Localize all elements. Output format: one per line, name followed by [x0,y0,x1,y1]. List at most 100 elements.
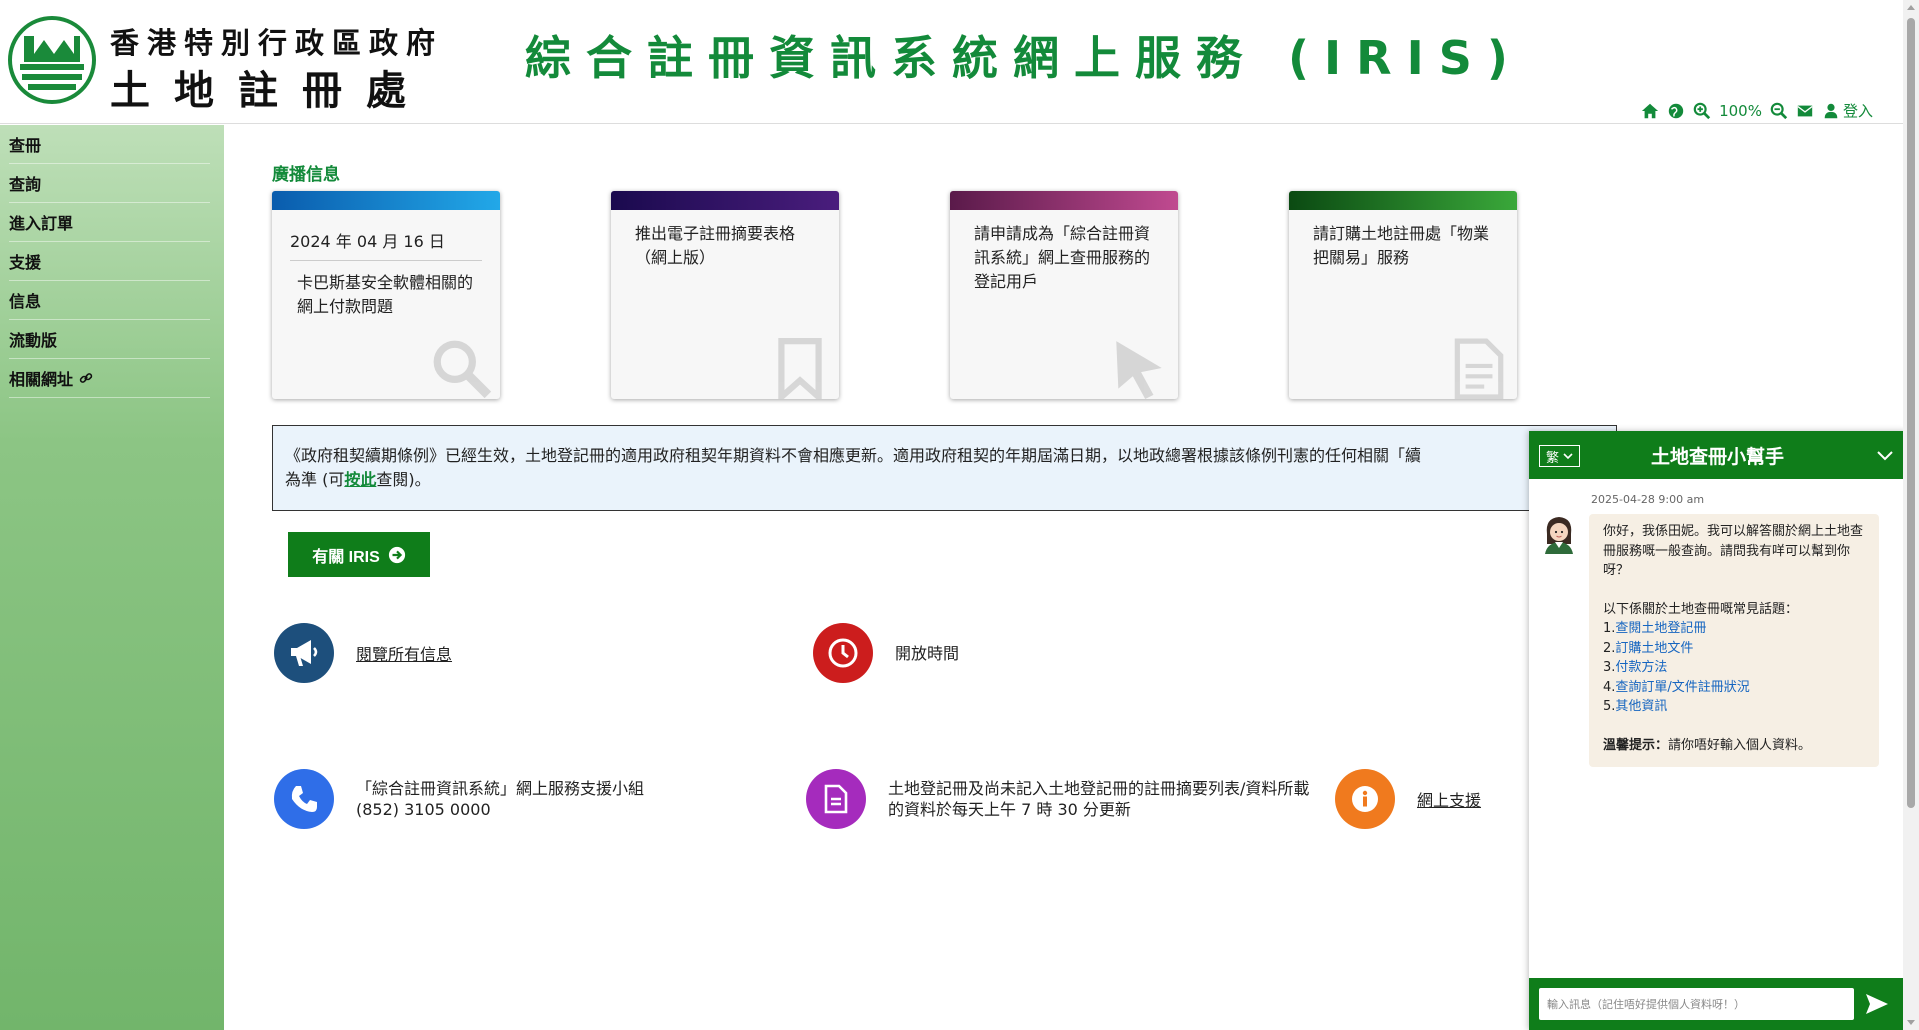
privacy-tip: 溫馨提示：請你唔好輸入個人資料。 [1603,736,1865,756]
topic-item: 5.其他資訊 [1603,699,1668,714]
file-icon [806,769,866,829]
card-text: 請訂購土地註冊處「物業把關易」服務 [1313,224,1490,267]
broadcast-card-property-alert[interactable]: 請訂購土地註冊處「物業把關易」服務 [1289,191,1517,399]
info-icon [1335,769,1395,829]
all-messages-link[interactable]: 閱覽所有信息 [356,641,452,665]
about-iris-label: 有關 IRIS [312,548,380,566]
broadcast-card-kaspersky[interactable]: 2024 年 04 月 16 日 卡巴斯基安全軟體相關的網上付款問題 [272,191,500,399]
notice-text-line1: 《政府租契續期條例》已經生效，土地登記冊的適用政府租契年期資料不會相應更新。適用… [285,446,1422,465]
page-scrollbar[interactable] [1903,0,1919,1030]
header-toolbar: 100% 登入 [1641,100,1873,121]
notice-link[interactable]: 按此 [344,470,376,489]
sidebar-item-messages[interactable]: 信息 [9,281,210,320]
topic-link-1[interactable]: 查閱土地登記冊 [1615,621,1706,636]
topic-link-3[interactable]: 付款方法 [1615,660,1667,675]
sidebar-item-support[interactable]: 支援 [9,242,210,281]
sidebar-item-related-links[interactable]: 相關網址 [9,359,210,398]
card-text: 推出電子註冊摘要表格（網上版） [635,224,796,267]
notice-text-prefix: 為準 (可 [285,470,345,489]
system-title: 綜合註冊資訊系統網上服務 (IRIS) [525,31,1523,85]
tip-label: 溫馨提示： [1603,737,1669,753]
arrow-right-circle-icon [388,546,405,563]
support-team-item: 「綜合註冊資訊系統」網上服務支援小組 (852) 3105 0000 [274,769,644,829]
support-team-text: 「綜合註冊資訊系統」網上服務支援小組 (852) 3105 0000 [356,778,644,820]
sidebar-item-label: 查詢 [9,175,42,194]
tip-text: 請你唔好輸入個人資料。 [1668,737,1812,753]
scroll-down-arrow[interactable] [1907,1020,1915,1025]
department-name-line1: 香港特別行政區政府 [110,26,444,60]
greeting-text: 你好，我係田妮。我可以解答關於網上土地查冊服務嘅一般查詢。請問我有咩可以幫到你呀… [1603,524,1864,578]
notice-text-suffix: 查閱)。 [376,470,431,489]
collapse-chevron-icon[interactable] [1876,446,1894,464]
page-header: 香港特別行政區政府 土地註冊處 綜合註冊資訊系統網上服務 (IRIS) 100%… [0,0,1903,124]
zoom-out-icon[interactable] [1770,102,1788,120]
clock-icon [813,623,873,683]
opening-hours-label[interactable]: 開放時間 [895,643,959,664]
chatbot-header: 繁 土地查冊小幫手 [1529,431,1906,479]
link-icon [79,373,93,383]
sidebar-nav: 查冊 查詢 進入訂單 支援 信息 流動版 相關網址 [0,125,224,1030]
chatbot-panel: 繁 土地查冊小幫手 2025-04-28 9:00 am 你好，我係田妮。我可以… [1529,431,1906,1030]
topic-link-4[interactable]: 查詢訂單/文件註冊狀況 [1615,680,1749,695]
sidebar-item-mobile[interactable]: 流動版 [9,320,210,359]
lease-notice: 《政府租契續期條例》已經生效，土地登記冊的適用政府租契年期資料不會相應更新。適用… [272,425,1617,511]
mail-icon[interactable] [1796,102,1814,120]
assistant-avatar [1545,517,1573,554]
update-note-line1: 土地登記冊及尚未記入土地登記冊的註冊摘要列表/資料所載 [888,779,1310,798]
topic-item: 3.付款方法 [1603,660,1668,675]
card-text: 請申請成為「綜合註冊資訊系統」網上查冊服務的登記用戶 [974,224,1151,291]
chat-message-row: 你好，我係田妮。我可以解答關於網上土地查冊服務嘅一般查詢。請問我有咩可以幫到你呀… [1541,514,1906,767]
chat-message-input[interactable] [1539,988,1854,1020]
phone-icon [274,769,334,829]
support-phone[interactable]: (852) 3105 0000 [356,799,644,820]
sidebar-item-label: 相關網址 [9,370,74,389]
notice-text-line2: 為準 (可按此查閱)。 [285,468,1606,492]
send-icon[interactable] [1864,991,1890,1017]
sidebar-item-orders[interactable]: 進入訂單 [9,203,210,242]
megaphone-icon [274,623,334,683]
land-registry-logo[interactable] [8,16,96,104]
login-link[interactable]: 登入 [1822,100,1873,121]
language-globe-icon[interactable] [1667,102,1685,120]
update-note-line2: 的資料於每天上午 7 時 30 分更新 [888,800,1131,819]
sidebar-item-label: 流動版 [9,331,58,350]
update-note-text: 土地登記冊及尚未記入土地登記冊的註冊摘要列表/資料所載 的資料於每天上午 7 時… [888,778,1309,820]
opening-hours-item: 開放時間 [813,623,959,683]
card-color-bar [272,191,500,210]
online-support-link[interactable]: 網上支援 [1417,787,1481,811]
topic-item: 2.訂購土地文件 [1603,640,1694,656]
card-date: 2024 年 04 月 16 日 [290,228,482,261]
document-icon [1454,338,1504,399]
sidebar-item-label: 查冊 [9,136,42,155]
pointer-icon [1116,341,1162,399]
broadcast-card-register-user[interactable]: 請申請成為「綜合註冊資訊系統」網上查冊服務的登記用戶 [950,191,1178,399]
card-color-bar [611,191,839,210]
login-label: 登入 [1842,102,1873,120]
scrollbar-thumb[interactable] [1907,18,1915,808]
card-color-bar [950,191,1178,210]
assistant-message-bubble: 你好，我係田妮。我可以解答關於網上土地查冊服務嘅一般查詢。請問我有咩可以幫到你呀… [1589,514,1879,767]
department-name-line2: 土地註冊處 [110,68,430,114]
user-icon [1824,103,1838,118]
chat-input-bar [1529,978,1906,1030]
sidebar-item-search-register[interactable]: 查冊 [9,125,210,164]
broadcast-card-e-memorial-form[interactable]: 推出電子註冊摘要表格（網上版） [611,191,839,399]
support-team-label: 「綜合註冊資訊系統」網上服務支援小組 [356,779,645,798]
sidebar-item-enquiry[interactable]: 查詢 [9,164,210,203]
sidebar-item-label: 信息 [9,292,42,311]
all-messages-item: 閱覽所有信息 [274,623,452,683]
sidebar-item-label: 支援 [9,253,42,272]
home-icon[interactable] [1641,102,1659,120]
topic-item: 1.查閱土地登記冊 [1603,621,1707,636]
chat-timestamp: 2025-04-28 9:00 am [1591,493,1705,506]
sidebar-item-label: 進入訂單 [9,214,74,233]
about-iris-button[interactable]: 有關 IRIS [288,532,430,577]
zoom-in-icon[interactable] [1693,102,1711,120]
broadcast-title: 廣播信息 [272,165,340,185]
update-note-item: 土地登記冊及尚未記入土地登記冊的註冊摘要列表/資料所載 的資料於每天上午 7 時… [806,769,1309,829]
search-icon [433,340,492,399]
topic-link-5[interactable]: 其他資訊 [1615,699,1667,714]
scroll-up-arrow[interactable] [1907,5,1915,10]
topic-link-2[interactable]: 訂購土地文件 [1615,641,1693,656]
chatbot-title: 土地查冊小幫手 [1650,445,1784,468]
